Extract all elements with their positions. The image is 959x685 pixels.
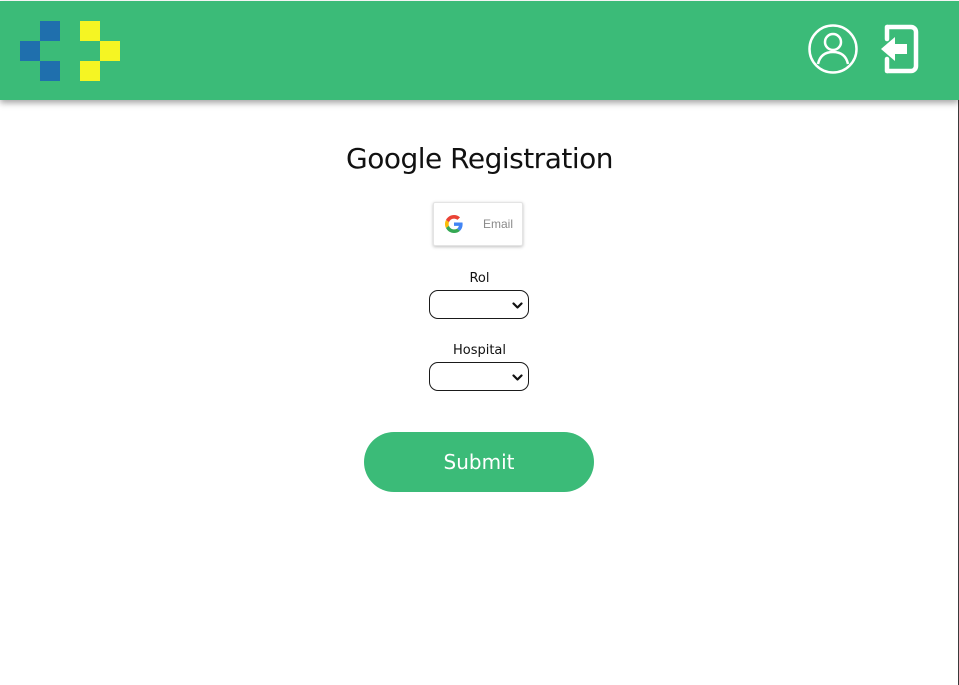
- user-profile-icon: [808, 24, 858, 74]
- google-icon: [445, 215, 463, 233]
- hospital-label: Hospital: [452, 343, 507, 358]
- logo-square: [100, 41, 120, 61]
- page-title: Google Registration: [346, 142, 614, 175]
- hospital-select[interactable]: [429, 362, 529, 391]
- logout-icon: [881, 24, 919, 74]
- page: Google Registration Email Rol Hospital S…: [0, 0, 959, 685]
- logo-square: [40, 21, 60, 41]
- chevron-down-icon: [512, 374, 523, 381]
- submit-button[interactable]: Submit: [364, 432, 594, 492]
- rol-select[interactable]: [429, 290, 529, 319]
- top-bar: [0, 1, 959, 100]
- google-button-label: Email: [483, 217, 514, 231]
- logo-square: [20, 41, 40, 61]
- logout-button[interactable]: [873, 23, 925, 75]
- logo-square: [80, 21, 100, 41]
- logo-icon[interactable]: [20, 21, 120, 81]
- header-actions: [807, 23, 925, 75]
- user-profile-button[interactable]: [807, 23, 859, 75]
- logo-square: [40, 61, 60, 81]
- google-sign-in-button[interactable]: Email: [433, 202, 523, 246]
- logo-square: [80, 61, 100, 81]
- registration-form: Google Registration Email Rol Hospital S…: [0, 100, 959, 685]
- chevron-down-icon: [512, 302, 523, 309]
- rol-label: Rol: [469, 271, 490, 286]
